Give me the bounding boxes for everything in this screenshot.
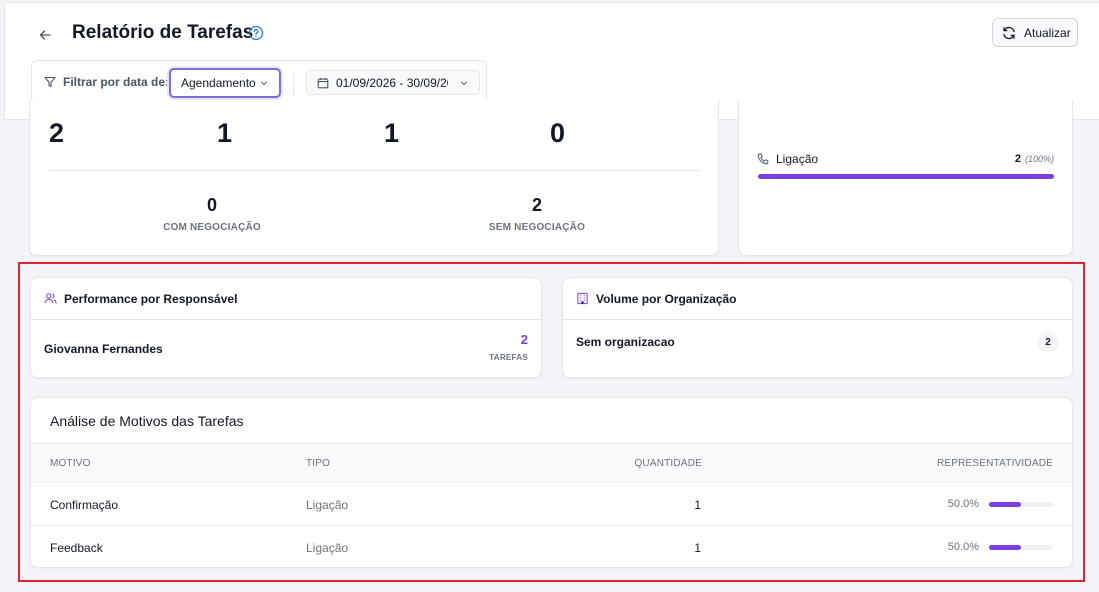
without-deal-value: 2 (531, 195, 542, 215)
cell-quantidade: 1 (694, 498, 701, 512)
performance-card: Performance por Responsável Giovanna Fer… (30, 277, 542, 378)
column-header-motivo[interactable]: MOTIVO (50, 458, 91, 469)
chevron-down-icon (460, 81, 468, 86)
date-type-select[interactable]: Agendamento (169, 68, 281, 98)
with-deal-label: COM NEGOCIAÇÃO (163, 222, 261, 233)
filter-divider (293, 71, 294, 95)
task-type-percent: (100%) (1024, 154, 1054, 164)
building-icon (577, 292, 588, 305)
performance-card-header: Performance por Responsável (31, 278, 541, 320)
date-range-picker[interactable]: 01/09/2026 - 30/09/2026 (306, 70, 480, 95)
representation-bar-fill (989, 545, 1021, 550)
task-reasons-card: Análise de Motivos das Tarefas MOTIVO TI… (30, 397, 1073, 568)
without-deal-label: SEM NEGOCIAÇÃO (488, 222, 586, 233)
volume-card-header: Volume por Organização (563, 278, 1072, 320)
page-title: Relatório de Tarefas (72, 22, 254, 43)
filter-label: Filtrar por data de: (63, 75, 170, 89)
back-button[interactable] (35, 25, 55, 45)
task-type-card: Ligação 2 (100%) (738, 100, 1073, 256)
stat-value-3: 1 (384, 118, 400, 148)
help-circle-icon[interactable] (248, 25, 264, 41)
volume-card: Volume por Organização Sem organizacao 2 (562, 277, 1073, 378)
filter-label-group: Filtrar por data de: (44, 75, 169, 89)
refresh-icon (1003, 26, 1015, 39)
task-type-progress-fill (758, 174, 1054, 179)
volume-card-title: Volume por Organização (596, 291, 737, 306)
phone-icon (757, 153, 769, 165)
cell-motivo: Confirmação (50, 498, 119, 512)
stat-value-1: 2 (49, 118, 65, 148)
stat-value-2: 1 (217, 118, 233, 148)
column-header-quantidade[interactable]: QUANTIDADE (634, 458, 702, 469)
stat-value-4: 0 (550, 118, 566, 148)
task-type-progress-bar (758, 174, 1054, 179)
performance-task-unit: TAREFAS (489, 353, 528, 362)
calendar-icon (317, 77, 329, 88)
filter-icon (44, 76, 56, 88)
task-type-label: Ligação (776, 152, 819, 166)
users-icon (44, 293, 57, 304)
table-header: MOTIVO TIPO QUANTIDADE REPRESENTATIVIDAD… (31, 444, 1072, 482)
organization-count-badge: 2 (1037, 332, 1059, 352)
cell-percent: 50.0% (947, 498, 979, 510)
refresh-label: Atualizar (1024, 25, 1071, 40)
date-filter-bar: Filtrar por data de: Agendamento 01/09/2… (31, 60, 487, 103)
performance-card-title: Performance por Responsável (64, 291, 238, 306)
representation-bar-fill (989, 502, 1021, 507)
table-row: Confirmação Ligação 1 50.0% (31, 482, 1072, 524)
task-reasons-title: Análise de Motivos das Tarefas (31, 398, 1072, 444)
with-deal-value: 0 (206, 195, 217, 215)
organization-name: Sem organizacao (576, 335, 675, 349)
cell-quantidade: 1 (694, 541, 701, 555)
chevron-down-icon (260, 81, 268, 86)
cell-tipo: Ligação (306, 498, 349, 512)
performance-task-count: 2 (520, 332, 528, 347)
representation-bar (989, 502, 1053, 507)
date-range-value: 01/09/2026 - 30/09/2026 (336, 75, 448, 90)
arrow-left-icon (39, 30, 51, 40)
performance-user-name: Giovanna Fernandes (44, 342, 163, 356)
representation-bar (989, 545, 1053, 550)
cell-tipo: Ligação (306, 541, 349, 555)
task-type-count: 2 (100%) (1015, 153, 1054, 165)
column-header-representatividade[interactable]: REPRESENTATIVIDADE (937, 458, 1053, 469)
refresh-button[interactable]: Atualizar (992, 18, 1078, 47)
cell-percent: 50.0% (947, 541, 979, 553)
cell-motivo: Feedback (50, 541, 103, 555)
summary-stats-card: 2 1 1 0 0 COM NEGOCIAÇÃO 2 SEM NEGOCIAÇÃ… (29, 100, 719, 256)
task-type-count-value: 2 (1014, 153, 1021, 165)
date-type-value: Agendamento (181, 76, 256, 90)
table-row: Feedback Ligação 1 50.0% (31, 525, 1072, 567)
stats-divider (50, 170, 700, 171)
task-type-item: Ligação (757, 152, 818, 166)
column-header-tipo[interactable]: TIPO (306, 458, 330, 469)
